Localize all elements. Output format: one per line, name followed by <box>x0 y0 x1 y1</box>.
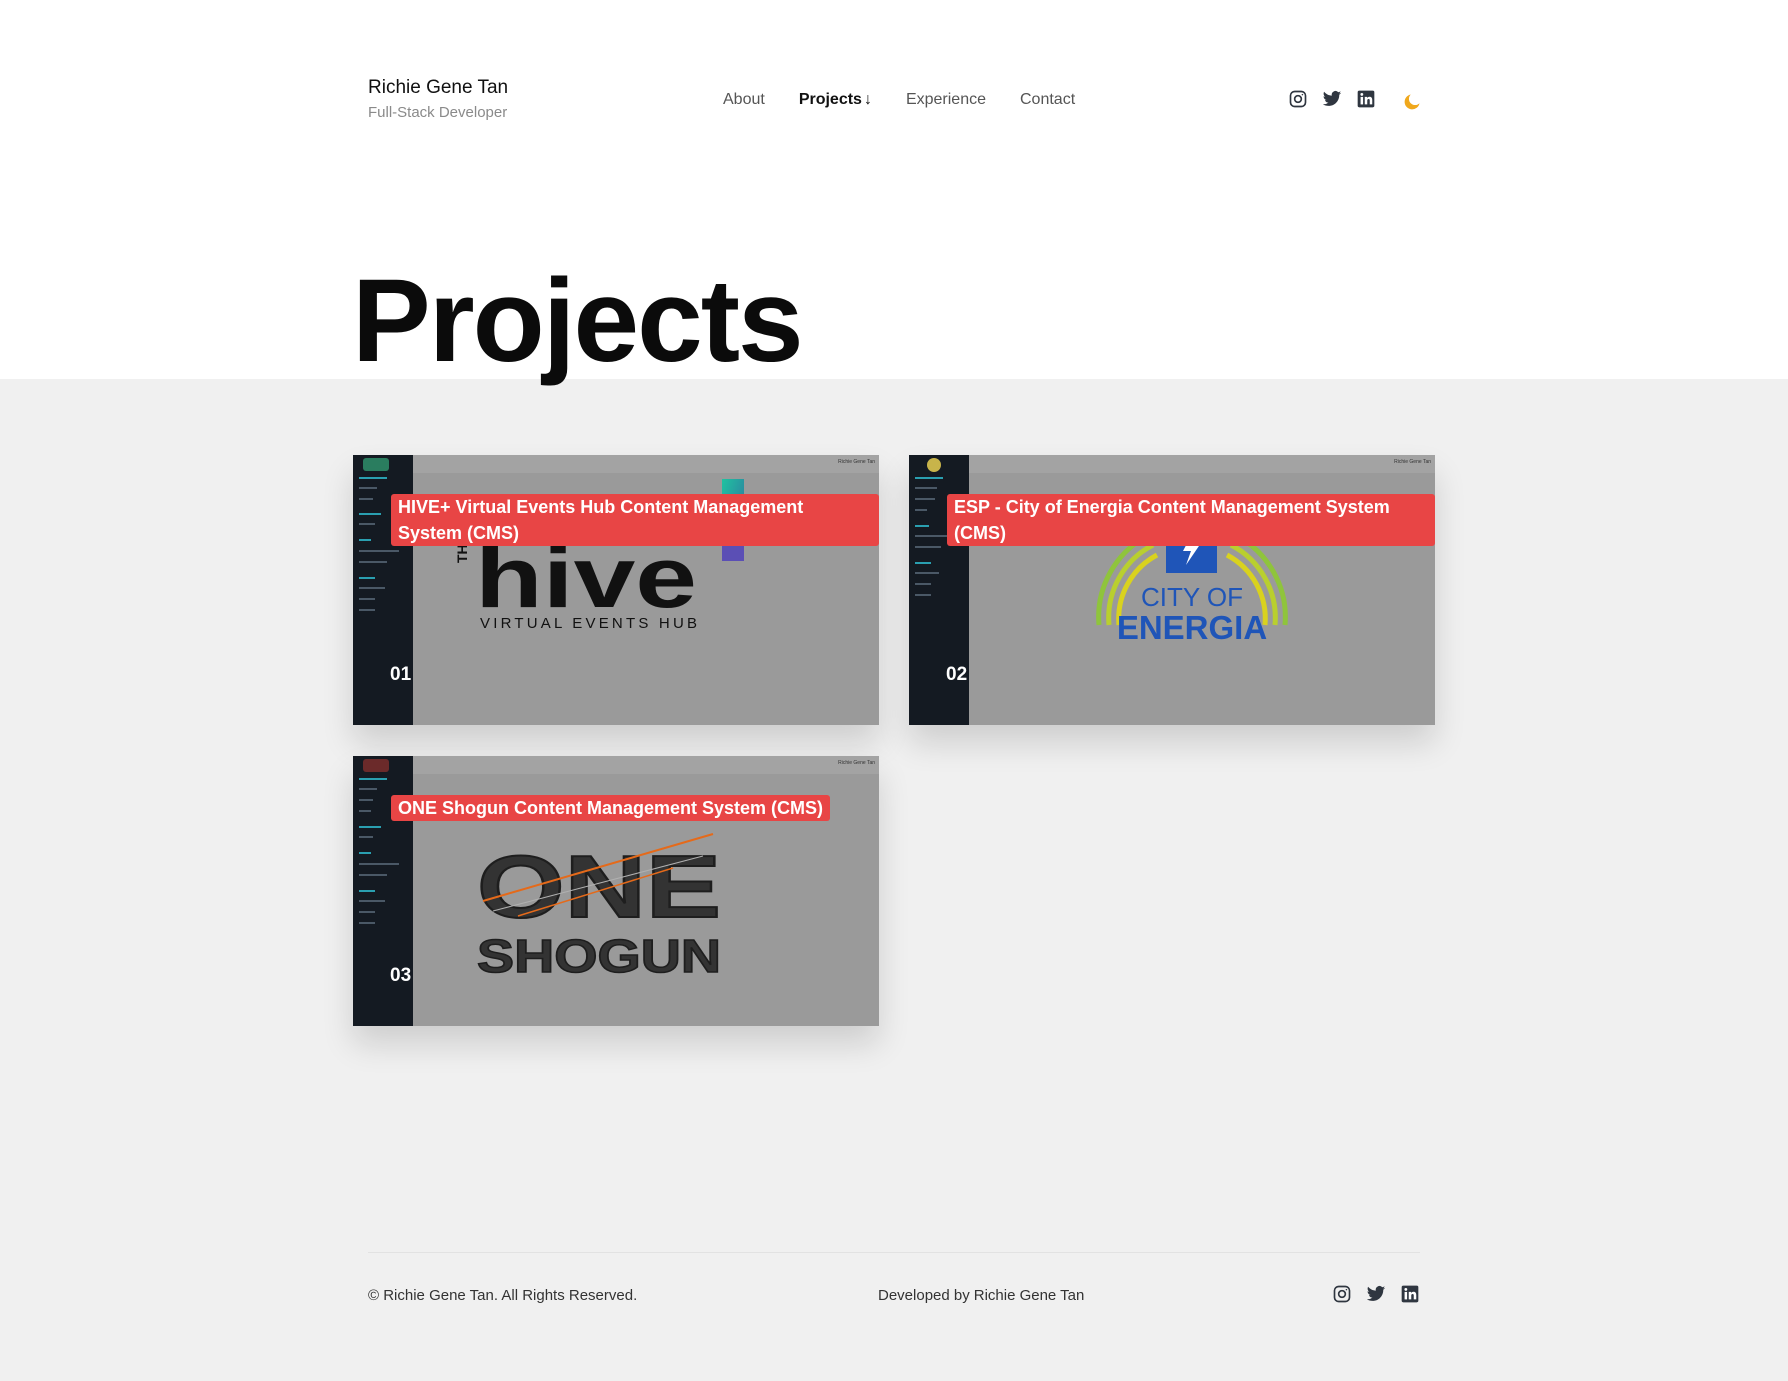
sidebar-line <box>359 836 373 838</box>
brand-subtitle: Full-Stack Developer <box>368 104 508 121</box>
instagram-icon[interactable] <box>1288 89 1308 109</box>
nav-projects-arrow: ↓ <box>863 91 872 108</box>
sidebar-line <box>359 799 373 801</box>
sidebar-line <box>359 587 385 589</box>
nav-projects-label: Projects <box>798 91 862 108</box>
sidebar-line <box>915 498 935 500</box>
sidebar-line <box>359 826 381 828</box>
footer-developed-by: Developed by Richie Gene Tan <box>878 1287 1084 1304</box>
nav-contact[interactable]: Contact <box>1020 91 1075 109</box>
energia-logo-line1: CITY OF <box>1141 582 1243 612</box>
sidebar-line <box>359 539 371 541</box>
card-topbar-text: Richie Gene Tan <box>1394 459 1431 465</box>
sidebar-line <box>915 546 941 548</box>
sidebar-line <box>359 498 373 500</box>
sidebar-line <box>359 852 371 854</box>
sidebar-line <box>359 561 387 563</box>
linkedin-icon[interactable] <box>1356 89 1376 109</box>
sidebar-line <box>359 598 375 600</box>
sidebar-line <box>359 900 385 902</box>
sidebar-line <box>915 509 927 511</box>
project-card[interactable]: Richie Gene Tan CITY OF ENERGIA ESP - Ci… <box>909 455 1435 725</box>
footer-social-links <box>1332 1284 1420 1304</box>
twitter-icon[interactable] <box>1366 1284 1386 1304</box>
project-card[interactable]: Richie Gene Tan THE hive VIRTUAL EVENTS … <box>353 455 879 725</box>
instagram-icon[interactable] <box>1332 1284 1352 1304</box>
sidebar-line <box>915 477 943 479</box>
sidebar-line <box>359 922 375 924</box>
sidebar-line <box>359 810 371 812</box>
sidebar-line <box>359 890 375 892</box>
linkedin-icon[interactable] <box>1400 1284 1420 1304</box>
sidebar-line <box>359 513 381 515</box>
card-topbar-text: Richie Gene Tan <box>838 760 875 766</box>
main-nav: About Projects ↓ Experience Contact <box>723 91 1075 109</box>
card-topbar-text: Richie Gene Tan <box>838 459 875 465</box>
projects-section-background <box>0 379 1788 1381</box>
sidebar-line <box>915 525 929 527</box>
header-social-links <box>1288 89 1420 110</box>
site-header: Richie Gene Tan Full-Stack Developer Abo… <box>368 77 1420 127</box>
footer-copyright: © Richie Gene Tan. All Rights Reserved. <box>368 1287 638 1304</box>
page-title: Projects <box>352 255 804 387</box>
footer-divider <box>368 1252 1420 1253</box>
sidebar-line <box>359 477 387 479</box>
project-title: ONE Shogun Content Management System (CM… <box>391 795 831 821</box>
sidebar-line <box>359 523 375 525</box>
energia-mini-logo <box>927 458 941 472</box>
sidebar-line <box>359 778 387 780</box>
sidebar-line <box>359 911 375 913</box>
shogun-logo-line2: SHOGUN <box>477 930 721 982</box>
project-title: HIVE+ Virtual Events Hub Content Managem… <box>391 494 879 546</box>
project-number: 03 <box>390 965 412 986</box>
nav-projects[interactable]: Projects ↓ <box>799 91 872 109</box>
sidebar-line <box>359 609 375 611</box>
shogun-mini-logo <box>363 759 389 772</box>
card-screenshot-topbar: Richie Gene Tan <box>909 455 1435 473</box>
sidebar-line <box>915 562 931 564</box>
footer-developed-by-label: Developed by <box>878 1287 970 1304</box>
sidebar-line <box>359 550 399 552</box>
sidebar-line <box>915 594 931 596</box>
site-footer: © Richie Gene Tan. All Rights Reserved. … <box>368 1284 1420 1308</box>
card-screenshot-topbar: Richie Gene Tan <box>353 455 879 473</box>
shogun-logo-line1: ONE <box>477 837 721 936</box>
nav-experience[interactable]: Experience <box>906 91 986 109</box>
project-number: 01 <box>390 664 412 685</box>
brand-name[interactable]: Richie Gene Tan <box>368 77 508 99</box>
sidebar-line <box>359 874 387 876</box>
sidebar-line <box>915 487 937 489</box>
sidebar-line <box>359 863 399 865</box>
card-screenshot-topbar: Richie Gene Tan <box>353 756 879 774</box>
sidebar-line <box>915 572 939 574</box>
project-card[interactable]: Richie Gene Tan ONE SHOGUN ONE Shogun Co… <box>353 756 879 1026</box>
sidebar-line <box>915 583 931 585</box>
project-title: ESP - City of Energia Content Management… <box>947 494 1435 546</box>
sidebar-line <box>359 788 377 790</box>
sidebar-line <box>359 487 377 489</box>
moon-icon[interactable] <box>1402 92 1420 110</box>
sidebar-line <box>359 577 375 579</box>
hive-mini-logo <box>363 458 389 471</box>
footer-developer-link[interactable]: Richie Gene Tan <box>974 1287 1085 1304</box>
energia-logo-line2: ENERGIA <box>1117 609 1267 646</box>
twitter-icon[interactable] <box>1322 89 1342 109</box>
nav-about[interactable]: About <box>723 91 765 109</box>
project-number: 02 <box>946 664 968 685</box>
